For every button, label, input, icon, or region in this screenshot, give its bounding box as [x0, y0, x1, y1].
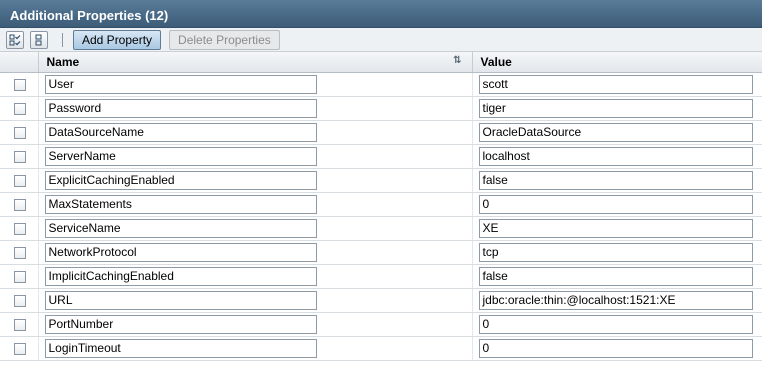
- row-checkbox[interactable]: [14, 102, 26, 115]
- row-checkbox[interactable]: [14, 342, 26, 355]
- property-value-field[interactable]: jdbc:oracle:thin:@localhost:1521:XE: [478, 290, 753, 310]
- property-value-field[interactable]: 0: [478, 314, 753, 334]
- row-checkbox[interactable]: [14, 246, 26, 259]
- table-row: ExplicitCachingEnabled false: [0, 168, 762, 193]
- sort-icon[interactable]: ⇅: [453, 55, 461, 66]
- table-row: URL jdbc:oracle:thin:@localhost:1521:XE: [0, 288, 762, 313]
- property-value-field[interactable]: tiger: [478, 98, 753, 118]
- table-row: LoginTimeout 0: [0, 336, 762, 361]
- select-none-icon[interactable]: [30, 30, 48, 49]
- property-name-field[interactable]: ExplicitCachingEnabled: [44, 170, 317, 190]
- row-checkbox[interactable]: [14, 318, 26, 331]
- row-checkbox[interactable]: [14, 222, 26, 235]
- table-row: User scott: [0, 72, 762, 97]
- additional-properties-panel: Additional Properties (12) Add Property …: [0, 0, 762, 381]
- select-all-icon[interactable]: [6, 30, 24, 49]
- toolbar: Add Property Delete Properties: [0, 28, 762, 52]
- property-name-field[interactable]: ServerName: [44, 146, 317, 166]
- name-header-label: Name: [46, 54, 80, 69]
- property-value-field[interactable]: tcp: [478, 242, 753, 262]
- delete-properties-button[interactable]: Delete Properties: [169, 29, 280, 50]
- value-header-label: Value: [480, 54, 512, 69]
- property-name-field[interactable]: URL: [44, 290, 317, 310]
- value-column-header: Value: [472, 52, 762, 73]
- property-value-field[interactable]: false: [478, 170, 753, 190]
- toolbar-separator: [62, 32, 63, 47]
- property-name-field[interactable]: Password: [44, 98, 317, 118]
- property-name-field[interactable]: LoginTimeout: [44, 338, 317, 358]
- table-row: NetworkProtocol tcp: [0, 240, 762, 265]
- row-checkbox[interactable]: [14, 126, 26, 139]
- property-value-field[interactable]: XE: [478, 218, 753, 238]
- row-checkbox[interactable]: [14, 150, 26, 163]
- row-checkbox[interactable]: [14, 270, 26, 283]
- name-column-header[interactable]: Name ⇅: [38, 52, 473, 73]
- table-row: ServiceName XE: [0, 216, 762, 241]
- property-value-field[interactable]: OracleDataSource: [478, 122, 753, 142]
- table-row: DataSourceName OracleDataSource: [0, 120, 762, 145]
- table-row: ServerName localhost: [0, 144, 762, 169]
- property-value-field[interactable]: localhost: [478, 146, 753, 166]
- property-name-field[interactable]: MaxStatements: [44, 194, 317, 214]
- property-name-field[interactable]: PortNumber: [44, 314, 317, 334]
- row-checkbox[interactable]: [14, 174, 26, 187]
- row-checkbox[interactable]: [14, 78, 26, 91]
- row-checkbox[interactable]: [14, 294, 26, 307]
- property-value-field[interactable]: false: [478, 266, 753, 286]
- property-name-field[interactable]: DataSourceName: [44, 122, 317, 142]
- property-value-field[interactable]: scott: [478, 74, 753, 94]
- property-name-field[interactable]: ImplicitCachingEnabled: [44, 266, 317, 286]
- table-row: Password tiger: [0, 96, 762, 121]
- table-row: ImplicitCachingEnabled false: [0, 264, 762, 289]
- table-row: MaxStatements 0: [0, 192, 762, 217]
- property-value-field[interactable]: 0: [478, 194, 753, 214]
- row-checkbox[interactable]: [14, 198, 26, 211]
- table-row: PortNumber 0: [0, 312, 762, 337]
- select-column-header: [0, 52, 39, 73]
- properties-table: Name ⇅ Value User scott Password tiger Dat…: [0, 52, 762, 361]
- panel-title: Additional Properties (12): [0, 0, 762, 28]
- table-header-row: Name ⇅ Value: [0, 52, 762, 73]
- property-name-field[interactable]: NetworkProtocol: [44, 242, 317, 262]
- property-value-field[interactable]: 0: [478, 338, 753, 358]
- add-property-button[interactable]: Add Property: [73, 29, 162, 50]
- property-name-field[interactable]: User: [44, 74, 317, 94]
- property-name-field[interactable]: ServiceName: [44, 218, 317, 238]
